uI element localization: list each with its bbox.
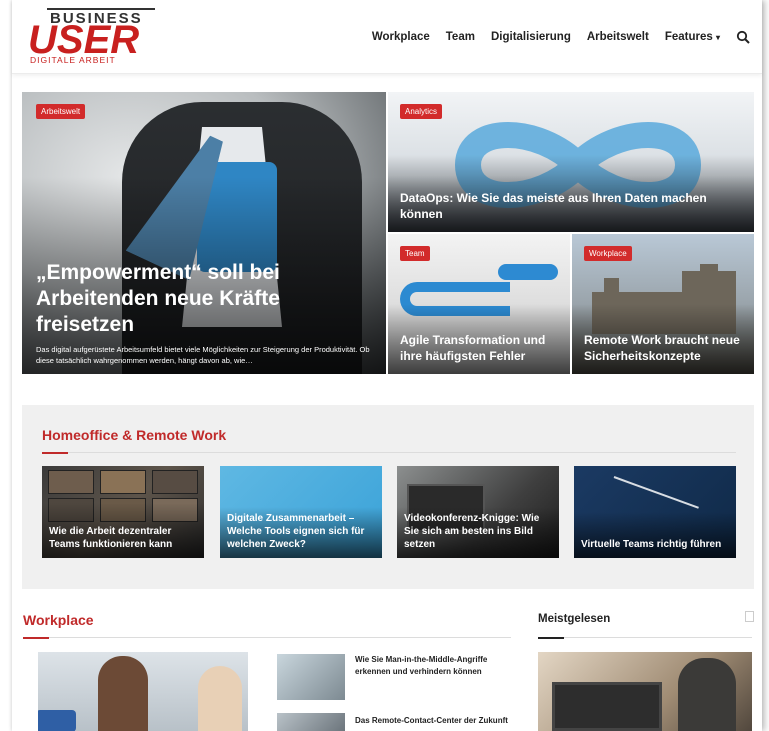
chevron-down-icon: ▾ [715, 33, 720, 42]
page-frame: BUSINESS USER DIGITALE ARBEIT Workplace … [12, 0, 762, 731]
category-tag[interactable]: Analytics [400, 104, 443, 119]
video-tile [48, 470, 94, 494]
workplace-item-title[interactable]: Wie Sie Man-in-the-Middle-Angriffe erken… [355, 654, 515, 678]
homeoffice-card[interactable]: Wie die Arbeit dezentraler Teams funktio… [42, 466, 204, 558]
search-icon[interactable] [736, 30, 750, 44]
homeoffice-card[interactable]: Virtuelle Teams richtig führen [574, 466, 736, 558]
phone-graphic [38, 710, 76, 731]
site-logo[interactable]: BUSINESS USER DIGITALE ARBEIT [28, 8, 155, 66]
workplace-thumb[interactable] [277, 654, 345, 700]
section-title-homeoffice[interactable]: Homeoffice & Remote Work [42, 427, 226, 443]
meistgelesen-lead-image[interactable] [538, 652, 752, 731]
nav-item-workplace[interactable]: Workplace [372, 31, 430, 43]
document-icon [745, 611, 754, 622]
section-divider [42, 452, 736, 453]
section-divider [23, 637, 511, 638]
nav-item-digitalisierung[interactable]: Digitalisierung [491, 31, 571, 43]
site-header: BUSINESS USER DIGITALE ARBEIT Workplace … [12, 0, 762, 74]
tile-title[interactable]: DataOps: Wie Sie das meiste aus Ihren Da… [400, 190, 744, 222]
card-title[interactable]: Virtuelle Teams richtig führen [581, 538, 730, 551]
logo-user-text: USER [28, 18, 140, 62]
workplace-item-title[interactable]: Das Remote-Contact-Center der Zukunft [355, 715, 515, 727]
people-graphic [98, 656, 148, 731]
card-title[interactable]: Wie die Arbeit dezentraler Teams funktio… [49, 525, 198, 551]
section-accent [42, 452, 68, 454]
section-divider [538, 637, 752, 638]
hero-tile-dataops[interactable]: Analytics DataOps: Wie Sie das meiste au… [388, 92, 754, 232]
section-title-meistgelesen: Meistgelesen [538, 613, 611, 625]
section-title-workplace[interactable]: Workplace [23, 612, 94, 628]
category-tag[interactable]: Arbeitswelt [36, 104, 86, 119]
homeoffice-card[interactable]: Digitale Zusammenarbeit – Welche Tools e… [220, 466, 382, 558]
workplace-lead-image[interactable] [38, 652, 248, 731]
category-tag[interactable]: Workplace [584, 246, 632, 261]
category-tag[interactable]: Team [400, 246, 430, 261]
nav-item-features[interactable]: Features ▾ [665, 31, 720, 43]
laptop-graphic [552, 682, 662, 731]
section-accent [23, 637, 49, 639]
hero-excerpt: Das digital aufgerüstete Arbeitsumfeld b… [36, 345, 370, 365]
nav-item-features-label: Features [664, 31, 713, 43]
tile-title[interactable]: Agile Transformation und ihre häufigsten… [400, 332, 560, 364]
homeoffice-card[interactable]: Videokonferenz-Knigge: Wie Sie sich am b… [397, 466, 559, 558]
dart-head-graphic [498, 264, 558, 280]
baton-graphic [613, 476, 699, 509]
card-title[interactable]: Digitale Zusammenarbeit – Welche Tools e… [227, 512, 376, 551]
section-accent [538, 637, 564, 639]
hero-title[interactable]: „Empowerment“ soll bei Arbeitenden neue … [36, 260, 372, 338]
nav-item-arbeitswelt[interactable]: Arbeitswelt [587, 31, 649, 43]
video-tile [100, 470, 146, 494]
workplace-thumb[interactable] [277, 713, 345, 731]
hero-tile-remote-work[interactable]: Workplace Remote Work braucht neue Siche… [572, 234, 754, 374]
hero-tile-agile[interactable]: Team Agile Transformation und ihre häufi… [388, 234, 570, 374]
video-tile [152, 470, 198, 494]
main-nav: Workplace Team Digitalisierung Arbeitswe… [372, 30, 750, 44]
card-gradient [574, 512, 736, 558]
people-graphic [198, 666, 242, 731]
logo-subtitle: DIGITALE ARBEIT [30, 55, 116, 65]
nav-item-team[interactable]: Team [446, 31, 475, 43]
card-title[interactable]: Videokonferenz-Knigge: Wie Sie sich am b… [404, 512, 553, 551]
person-graphic [678, 658, 736, 731]
hero-main-article[interactable]: Arbeitswelt „Empowerment“ soll bei Arbei… [22, 92, 386, 374]
tile-title[interactable]: Remote Work braucht neue Sicherheitskonz… [584, 332, 744, 364]
